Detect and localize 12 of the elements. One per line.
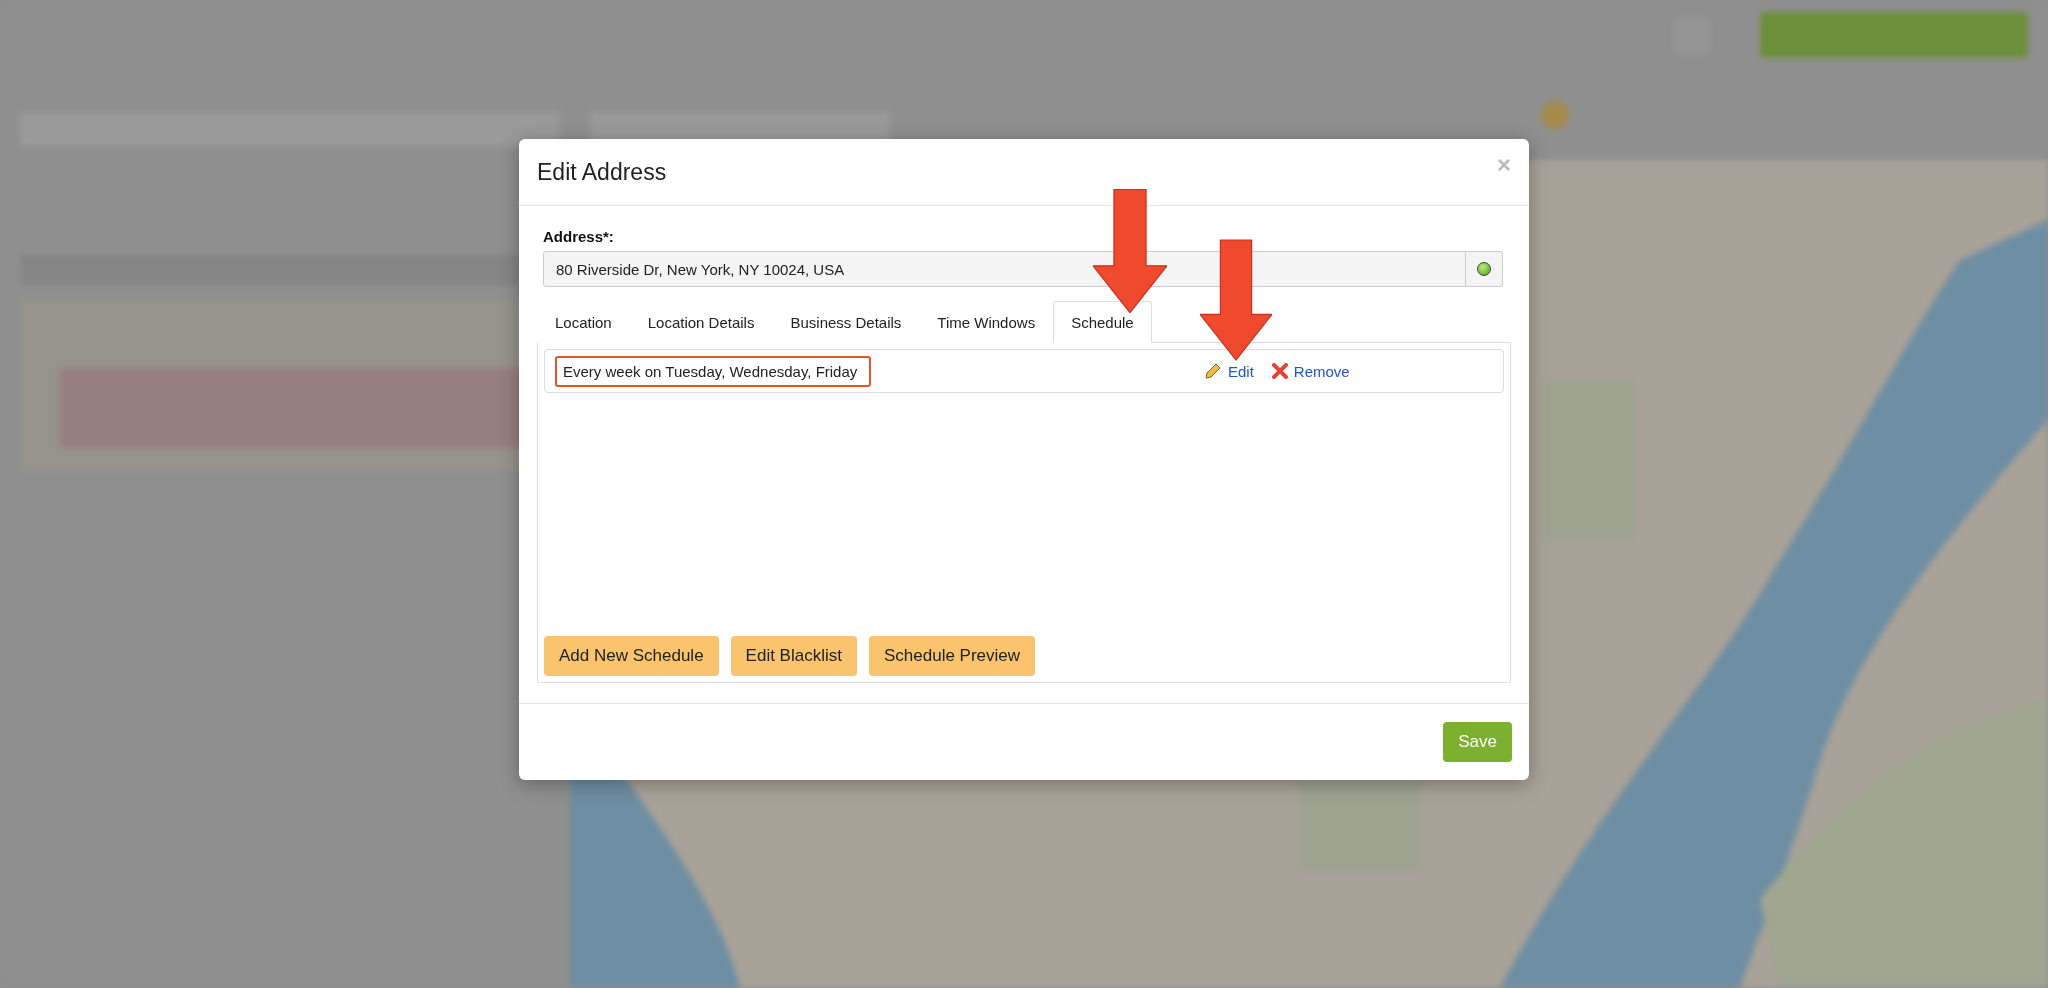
address-field[interactable]: 80 Riverside Dr, New York, NY 10024, USA bbox=[543, 251, 1466, 287]
dialog-title: Edit Address bbox=[537, 158, 667, 186]
edit-link[interactable]: Edit bbox=[1204, 362, 1254, 380]
action-button[interactable]: Edit Blacklist bbox=[730, 636, 857, 676]
action-button[interactable]: Add New Schedule bbox=[544, 636, 719, 676]
address-label: Address*: bbox=[543, 228, 615, 245]
action-button[interactable]: Schedule Preview bbox=[868, 636, 1036, 676]
status-dot-icon bbox=[1477, 262, 1491, 276]
remove-link[interactable]: Remove bbox=[1271, 362, 1350, 380]
schedule-text: Every week on Tuesday, Wednesday, Friday bbox=[555, 355, 871, 387]
close-icon bbox=[1271, 363, 1288, 379]
tab[interactable]: Schedule bbox=[1053, 301, 1152, 343]
